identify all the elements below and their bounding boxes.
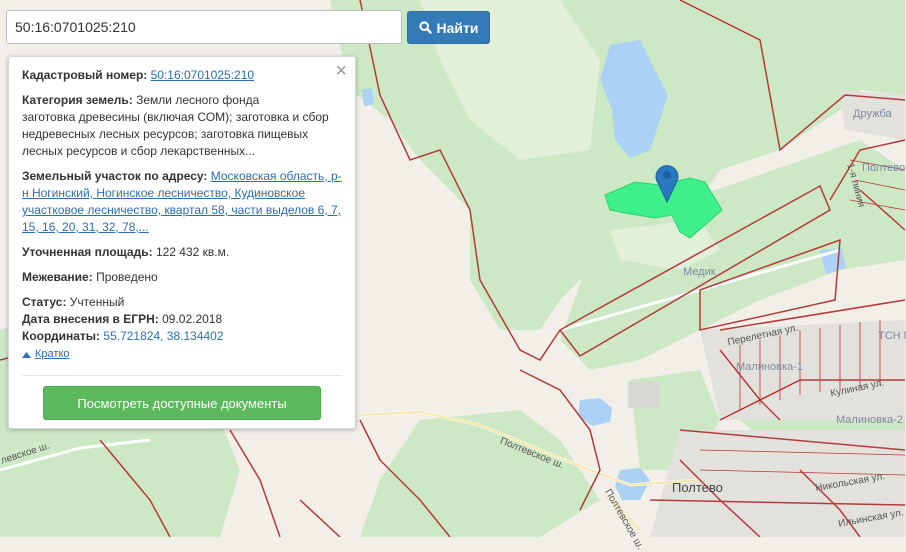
address-label: Земельный участок по адресу:	[22, 169, 208, 183]
search-button[interactable]: Найти	[407, 11, 490, 44]
category-line: лесных ресурсов и сбор лекарственных...	[22, 144, 256, 158]
close-icon[interactable]: ×	[335, 61, 347, 81]
category-row: Категория земель: Земли лесного фонда за…	[22, 92, 343, 160]
egrn-row: Дата внесения в ЕГРН: 09.02.2018	[22, 311, 343, 328]
map-label-tsn: ТСН П	[878, 330, 906, 342]
egrn-label: Дата внесения в ЕГРН:	[22, 312, 159, 326]
address-row: Земельный участок по адресу: Московская …	[22, 168, 343, 236]
survey-label: Межевание:	[22, 270, 93, 284]
coords-label: Координаты:	[22, 329, 101, 343]
area-value: 122 432 кв.м.	[155, 245, 230, 259]
search-button-label: Найти	[436, 19, 479, 36]
panel-divider	[22, 375, 342, 376]
status-value: Учтенный	[69, 295, 125, 309]
view-documents-button[interactable]: Посмотреть доступные документы	[43, 386, 321, 420]
cadastral-row: Кадастровый номер: 50:16:0701025:210	[22, 67, 343, 84]
status-label: Статус:	[22, 295, 67, 309]
category-line: недревесных лесных ресурсов; заготовка п…	[22, 127, 309, 141]
map-label-medik: Медик	[683, 266, 716, 278]
info-panel: × Кадастровый номер: 50:16:0701025:210 К…	[8, 56, 356, 429]
category-line: Земли лесного фонда	[136, 93, 260, 107]
address-link[interactable]: 15, 16, 20, 31, 32, 78,...	[22, 220, 149, 234]
category-label: Категория земель:	[22, 93, 133, 107]
map-label-druzhba: Дружба	[853, 108, 892, 120]
coords-row: Координаты: 55.721824, 38.134402	[22, 328, 343, 345]
area-label: Уточненная площадь:	[22, 245, 153, 259]
caret-up-icon	[22, 351, 31, 358]
map-label-malinovka-2: Малиновка-2	[836, 414, 903, 426]
search-icon	[418, 21, 432, 34]
collapse-toggle[interactable]: Кратко	[22, 346, 343, 363]
address-link[interactable]: Московская область, р-	[211, 169, 342, 183]
egrn-value: 09.02.2018	[162, 312, 223, 326]
address-link[interactable]: участковое лесничество, квартал 58, част…	[22, 203, 341, 217]
coords-link[interactable]: 55.721824, 38.134402	[103, 329, 223, 343]
map-label-poltevo: Полтево	[672, 480, 723, 495]
status-row: Статус: Учтенный	[22, 294, 343, 311]
map-label-poltevo-top: Полтево	[862, 162, 906, 174]
category-line: заготовка древесины (включая СОМ); загот…	[22, 110, 329, 124]
address-link[interactable]: н Ногинский, Ногинское лесничество, Куди…	[22, 186, 305, 200]
search-input[interactable]: 50:16:0701025:210	[6, 10, 402, 44]
map-label-malinovka-1: Малиновка-1	[736, 361, 803, 373]
cadastral-number-link[interactable]: 50:16:0701025:210	[151, 68, 254, 82]
collapse-toggle-label: Кратко	[35, 348, 70, 360]
survey-value: Проведено	[96, 270, 158, 284]
survey-row: Межевание: Проведено	[22, 269, 343, 286]
cadastral-label: Кадастровый номер:	[22, 68, 148, 82]
area-row: Уточненная площадь: 122 432 кв.м.	[22, 244, 343, 261]
